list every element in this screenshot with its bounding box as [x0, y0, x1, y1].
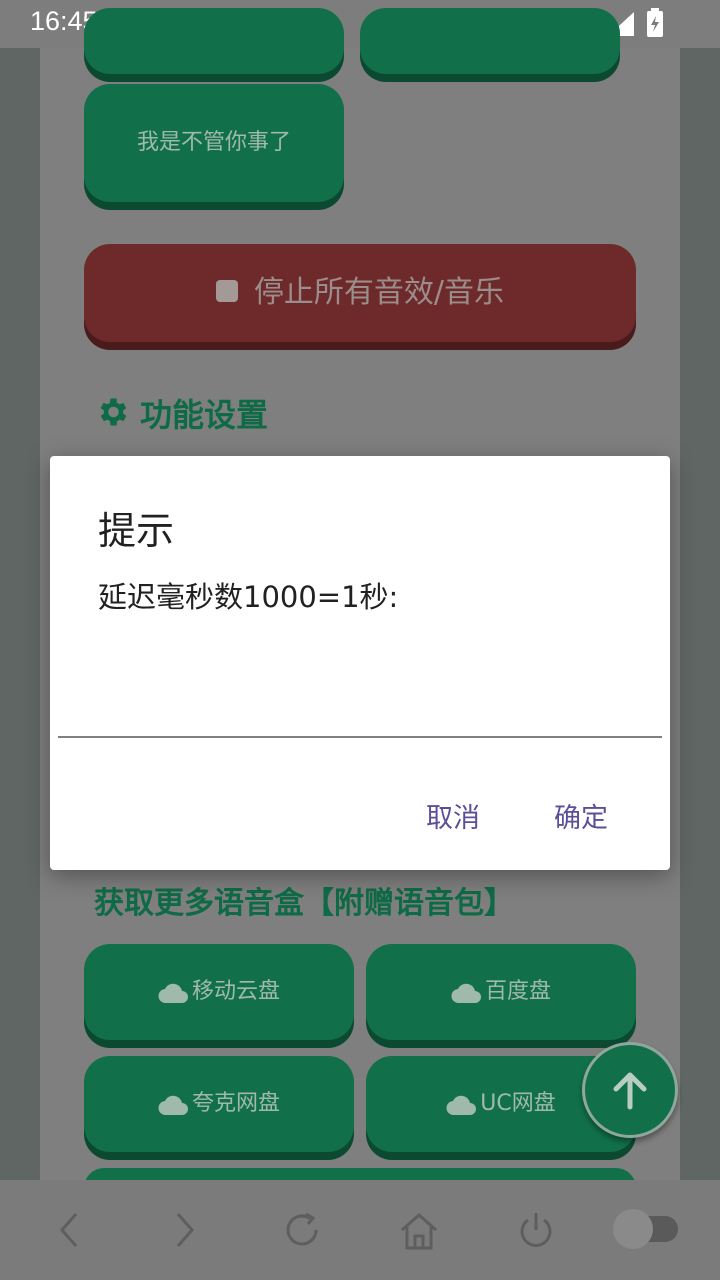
cloud-button-baidu[interactable]: 百度盘: [366, 944, 636, 1040]
sound-button-manager[interactable]: 我是不管你事了: [84, 84, 344, 202]
dialog-title: 提示: [98, 509, 175, 553]
back-icon[interactable]: [54, 1210, 84, 1250]
cloud-button-label: UC网盘: [480, 1091, 556, 1116]
cloud-icon: [158, 983, 188, 1003]
stop-all-button[interactable]: 停止所有音效/音乐: [84, 244, 636, 342]
cloud-icon: [451, 983, 481, 1003]
dialog-message: 延迟毫秒数1000=1秒:: [98, 580, 399, 614]
stop-all-label: 停止所有音效/音乐: [253, 275, 505, 310]
settings-title-text: 功能设置: [140, 396, 269, 434]
cloud-button-label: 移动云盘: [191, 979, 280, 1004]
delay-input[interactable]: [58, 648, 662, 738]
arrow-up-icon: [613, 1072, 647, 1110]
sound-button[interactable]: [84, 8, 344, 74]
cloud-icon: [446, 1095, 477, 1115]
scroll-top-button[interactable]: [582, 1042, 678, 1138]
prompt-dialog: 提示 延迟毫秒数1000=1秒: 取消 确定: [50, 456, 670, 870]
cloud-button-kuake[interactable]: 夸克网盘: [84, 1056, 354, 1152]
cancel-button[interactable]: 取消: [426, 796, 480, 835]
refresh-icon[interactable]: [282, 1210, 322, 1250]
confirm-button[interactable]: 确定: [554, 796, 608, 835]
cloud-button-label: 百度盘: [484, 979, 551, 1004]
cloud-button-yidong[interactable]: 移动云盘: [84, 944, 354, 1040]
settings-section-title: 功能设置: [94, 390, 268, 436]
home-icon[interactable]: [398, 1210, 440, 1252]
cloud-button-label: 夸克网盘: [191, 1091, 280, 1116]
more-section-title: 获取更多语音盒【附赠语音包】: [94, 878, 514, 922]
gear-icon: [100, 398, 127, 426]
cloud-icon: [158, 1095, 188, 1115]
sound-button[interactable]: [360, 8, 620, 74]
power-icon[interactable]: [516, 1210, 556, 1250]
battery-icon: [647, 8, 663, 37]
stop-icon: [215, 279, 238, 302]
toggle-switch[interactable]: [612, 1208, 678, 1250]
sound-button-label: 我是不管你事了: [136, 130, 291, 155]
forward-icon[interactable]: [170, 1210, 200, 1250]
more-title-text: 获取更多语音盒【附赠语音包】: [94, 886, 514, 921]
